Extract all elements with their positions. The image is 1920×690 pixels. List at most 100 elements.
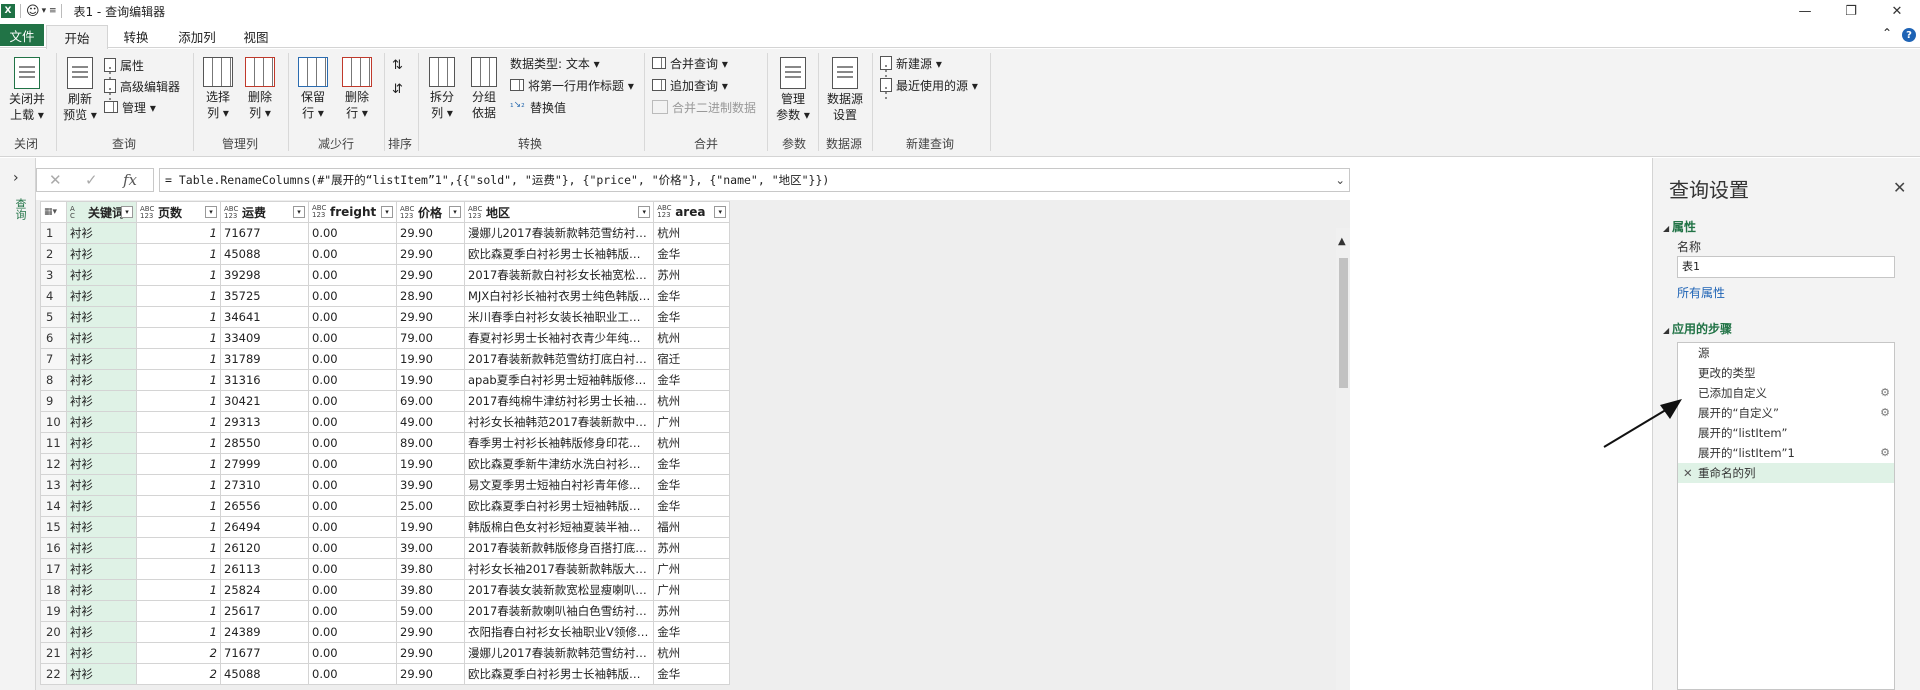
filter-dropdown-icon[interactable]: ▾ [121,206,133,218]
tab-transform[interactable]: 转换 [110,25,162,48]
table-cell[interactable]: 春季男士衬衫长袖韩版修身印花… [463,432,655,454]
expand-formula-icon[interactable]: ⌄ [1335,169,1345,191]
table-cell[interactable]: 欧比森夏季新牛津纺水洗白衬衫… [463,453,655,475]
table-cell[interactable]: 衬衫 [66,306,137,328]
table-row[interactable]: 12 衬衫 1 27999 0.00 19.90 欧比森夏季新牛津纺水洗白衬衫… 金华 [40,453,731,475]
table-cell[interactable]: 39.80 [396,558,465,580]
table-cell[interactable]: 衬衫 [66,558,137,580]
table-cell[interactable]: 39298 [220,264,309,286]
table-cell[interactable]: 26113 [220,558,309,580]
table-cell[interactable]: 2017春装新款韩范雪纺打底白衬… [463,348,655,370]
table-cell[interactable]: 衬衫 [66,432,137,454]
table-cell[interactable]: 0.00 [308,495,397,517]
column-header-region[interactable]: ABC 123 地区 ▾ [463,201,655,223]
table-cell[interactable]: 广州 [653,579,731,601]
table-cell[interactable]: 1 [136,516,221,538]
row-number[interactable]: 22 [40,663,67,685]
table-cell[interactable]: 金华 [653,369,731,391]
append-queries-button[interactable]: 追加查询 ▾ [652,75,728,95]
table-cell[interactable]: 衬衫 [66,495,137,517]
table-cell[interactable]: 2017春装新款白衬衫女长袖宽松… [463,264,655,286]
table-cell[interactable]: 杭州 [653,432,731,454]
row-number[interactable]: 16 [40,537,67,559]
close-apply-button[interactable]: 关闭并 上载 ▾ [4,57,50,123]
table-cell[interactable]: 金华 [653,663,731,685]
applied-steps-section[interactable]: ◢ 应用的步骤 [1663,320,1732,337]
table-cell[interactable]: 1 [136,474,221,496]
table-cell[interactable]: 福州 [653,516,731,538]
new-source-button[interactable]: 新建源 ▾ [880,53,942,73]
table-cell[interactable]: 易文夏季男士短袖白衬衫青年修… [463,474,655,496]
group-by-button[interactable]: 分组 依据 [466,57,502,121]
table-row[interactable]: 8 衬衫 1 31316 0.00 19.90 apab夏季白衬衫男士短袖韩版修… 金华 [40,369,731,391]
vertical-scrollbar[interactable]: ▲ [1336,228,1350,690]
row-number[interactable]: 14 [40,495,67,517]
table-cell[interactable]: 杭州 [653,327,731,349]
table-cell[interactable]: 衬衫 [66,222,137,244]
table-cell[interactable]: 2017春装女装新款宽松显瘦喇叭… [463,579,655,601]
properties-section[interactable]: ◢ 属性 [1663,218,1696,235]
table-cell[interactable]: 0.00 [308,348,397,370]
table-cell[interactable]: 金华 [653,621,731,643]
table-cell[interactable]: 1 [136,432,221,454]
table-cell[interactable]: 欧比森夏季白衬衫男士长袖韩版… [463,243,655,265]
row-number[interactable]: 9 [40,390,67,412]
query-name-input[interactable]: 表1 [1677,256,1895,278]
table-cell[interactable]: 广州 [653,558,731,580]
applied-step[interactable]: 源 [1678,343,1894,363]
table-cell[interactable]: 金华 [653,474,731,496]
table-cell[interactable]: 衬衫 [66,411,137,433]
table-cell[interactable]: 39.00 [396,537,465,559]
table-cell[interactable]: 29.90 [396,222,465,244]
table-cell[interactable]: 漫娜儿2017春装新款韩范雪纺衬… [463,222,655,244]
row-number[interactable]: 12 [40,453,67,475]
all-properties-link[interactable]: 所有属性 [1677,284,1725,301]
table-cell[interactable]: 59.00 [396,600,465,622]
table-row[interactable]: 17 衬衫 1 26113 0.00 39.80 衬衫女长袖2017春装新款韩版大… 广州 [40,558,731,580]
table-row[interactable]: 1 衬衫 1 71677 0.00 29.90 漫娜儿2017春装新款韩范雪纺衬… 杭州 [40,222,731,244]
advanced-editor-button[interactable]: 高级编辑器 [104,76,180,96]
table-row[interactable]: 18 衬衫 1 25824 0.00 39.80 2017春装女装新款宽松显瘦喇叭… 广州 [40,579,731,601]
minimize-icon[interactable]: — [1782,0,1828,22]
table-cell[interactable]: 2017春装新款喇叭袖白色雪纺衬… [463,600,655,622]
table-cell[interactable]: 79.00 [396,327,465,349]
table-cell[interactable]: 衬衫 [66,516,137,538]
row-number[interactable]: 21 [40,642,67,664]
table-cell[interactable]: 0.00 [308,474,397,496]
delete-step-icon[interactable]: ✕ [1683,463,1693,483]
table-cell[interactable]: 29.90 [396,663,465,685]
column-header-area[interactable]: ABC 123 area ▾ [653,201,731,223]
table-cell[interactable]: 30421 [220,390,309,412]
table-cell[interactable]: 1 [136,621,221,643]
table-cell[interactable]: 1 [136,285,221,307]
table-cell[interactable]: 杭州 [653,390,731,412]
table-cell[interactable]: 29.90 [396,243,465,265]
table-row[interactable]: 16 衬衫 1 26120 0.00 39.00 2017春装新款韩版修身百搭打底… 苏州 [40,537,731,559]
table-cell[interactable]: 广州 [653,411,731,433]
table-cell[interactable]: 0.00 [308,306,397,328]
table-cell[interactable]: 33409 [220,327,309,349]
table-cell[interactable]: 31316 [220,369,309,391]
table-cell[interactable]: 衬衫 [66,642,137,664]
table-cell[interactable]: 衬衫 [66,390,137,412]
close-window-icon[interactable]: ✕ [1874,0,1920,22]
table-cell[interactable]: 25824 [220,579,309,601]
table-cell[interactable]: 衬衫 [66,243,137,265]
table-cell[interactable]: 0.00 [308,516,397,538]
table-cell[interactable]: 0.00 [308,537,397,559]
tab-view[interactable]: 视图 [230,25,282,48]
filter-dropdown-icon[interactable]: ▾ [381,206,393,218]
table-row[interactable]: 2 衬衫 1 45088 0.00 29.90 欧比森夏季白衬衫男士长袖韩版… 金华 [40,243,731,265]
table-cell[interactable]: 金华 [653,495,731,517]
row-number[interactable]: 19 [40,600,67,622]
table-cell[interactable]: 衬衫 [66,327,137,349]
applied-step[interactable]: ✕ 重命名的列 [1678,463,1894,483]
table-cell[interactable]: 1 [136,222,221,244]
row-number[interactable]: 10 [40,411,67,433]
table-row[interactable]: 10 衬衫 1 29313 0.00 49.00 衬衫女长袖韩范2017春装新款中… 广州 [40,411,731,433]
table-cell[interactable]: 69.00 [396,390,465,412]
table-cell[interactable]: 26494 [220,516,309,538]
row-number[interactable]: 3 [40,264,67,286]
table-cell[interactable]: 0.00 [308,222,397,244]
properties-button[interactable]: 属性 [104,55,144,75]
